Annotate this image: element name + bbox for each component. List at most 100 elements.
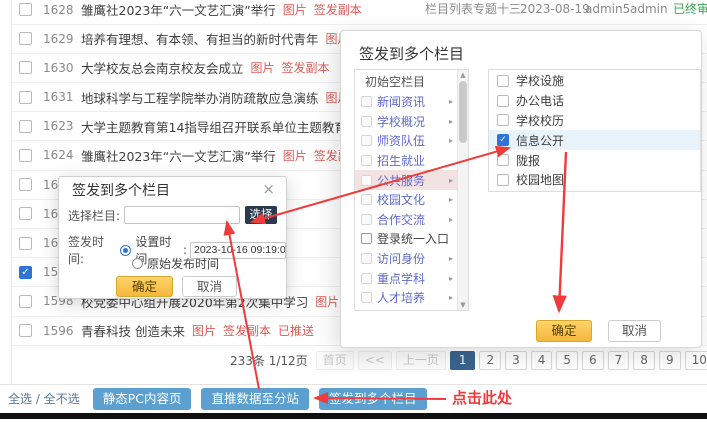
row-tag[interactable]: 图片 <box>251 59 275 76</box>
tree-item-label: 新闻资讯 <box>377 93 425 110</box>
tree-item-checkbox[interactable] <box>361 194 372 205</box>
sub-item-checkbox[interactable]: ✓ <box>497 134 509 146</box>
push-to-substation-button[interactable]: 直推数据至分站 <box>201 388 309 410</box>
tree-item-招生就业[interactable]: 招生就业 <box>355 151 468 171</box>
tree-item-checkbox[interactable] <box>361 233 372 244</box>
chevron-right-icon: ▸ <box>449 274 453 283</box>
tree-item-checkbox[interactable] <box>361 214 372 225</box>
row-title-link[interactable]: 青春科技 创造未来 <box>81 321 185 340</box>
row-title-link[interactable]: 大学校友总会南京校友会成立 <box>81 58 244 77</box>
row-id: 1623 <box>43 119 79 133</box>
bottom-action-bar: 全选 / 全不选 静态PC内容页直推数据至分站签发到多个栏目 <box>0 384 707 412</box>
set-time-radio[interactable] <box>120 245 131 256</box>
tree-item-校园文化[interactable]: 校园文化▸ <box>355 190 468 210</box>
row-checkbox[interactable] <box>19 178 32 191</box>
sub-item-学校校历[interactable]: 学校校历 <box>489 111 700 131</box>
choose-button[interactable]: 选择 <box>245 206 277 224</box>
row-title-link[interactable]: 雏鹰社2023年“六一文艺汇演”举行 <box>81 146 276 165</box>
tree-item-公共服务[interactable]: 公共服务▸ <box>355 170 468 190</box>
scrollbar-thumb[interactable] <box>459 81 467 143</box>
page-number-2[interactable]: 2 <box>479 351 501 370</box>
scrollbar-up-icon[interactable]: ▲ <box>458 70 468 80</box>
row-tag[interactable]: 图片 <box>283 1 307 18</box>
sub-item-checkbox[interactable] <box>497 154 509 166</box>
sub-item-学校设施[interactable]: 学校设施 <box>489 71 700 91</box>
sub-item-label: 学校校历 <box>516 112 564 129</box>
tree-item-访问身份[interactable]: 访问身份▸ <box>355 249 468 269</box>
row-checkbox[interactable] <box>19 324 32 337</box>
row-title-link[interactable]: 地球科学与工程学院举办消防疏散应急演练 <box>81 88 319 107</box>
row-checkbox[interactable]: ✓ <box>19 266 32 279</box>
tree-item-checkbox[interactable] <box>361 273 372 284</box>
first-page-button: 首页 <box>316 351 354 370</box>
tree-item-新闻资讯[interactable]: 新闻资讯▸ <box>355 92 468 112</box>
row-title-link[interactable]: 雏鹰社2023年“六一文艺汇演”举行 <box>81 0 276 19</box>
close-icon[interactable]: × <box>262 182 275 197</box>
tree-item-label: 招生就业 <box>377 152 425 169</box>
tree-item-checkbox[interactable] <box>361 135 372 146</box>
sub-item-checkbox[interactable] <box>497 75 509 87</box>
tree-item-label: 人才培养 <box>377 289 425 306</box>
sub-item-checkbox[interactable] <box>497 174 509 186</box>
sub-item-陇报[interactable]: 陇报 <box>489 150 700 170</box>
tree-item-重点学科[interactable]: 重点学科▸ <box>355 268 468 288</box>
row-checkbox[interactable] <box>19 149 32 162</box>
tree-item-checkbox[interactable] <box>361 175 372 186</box>
page-number-5[interactable]: 5 <box>556 351 578 370</box>
tree-item-学校概况[interactable]: 学校概况▸ <box>355 112 468 132</box>
tree-item-checkbox[interactable] <box>361 116 372 127</box>
sub-item-checkbox[interactable] <box>497 95 509 107</box>
row-checkbox[interactable] <box>19 237 32 250</box>
tree-item-checkbox[interactable] <box>361 253 372 264</box>
cancel-button[interactable]: 取消 <box>608 320 661 342</box>
issue-to-columns-dialog-small: 签发到多个栏目 × 选择栏目: 选择 签发时间: 设置时间 : 原始发布时间 确… <box>58 176 287 299</box>
row-tag[interactable]: 图片 <box>283 147 307 164</box>
page-number-4[interactable]: 4 <box>531 351 553 370</box>
sub-item-checkbox[interactable] <box>497 114 509 126</box>
tree-item-师资队伍[interactable]: 师资队伍▸ <box>355 131 468 151</box>
row-checkbox[interactable] <box>19 32 32 45</box>
chevron-right-icon: ▸ <box>449 254 453 263</box>
page-number-3[interactable]: 3 <box>505 351 527 370</box>
original-time-radio[interactable] <box>132 258 143 269</box>
page-number-1[interactable]: 1 <box>450 351 476 370</box>
cancel-button[interactable]: 取消 <box>182 276 237 297</box>
row-tag[interactable]: 签发副本 <box>314 1 362 18</box>
page-number-10[interactable]: 10 <box>685 351 707 370</box>
static-pc-page-button[interactable]: 静态PC内容页 <box>93 388 192 410</box>
row-checkbox[interactable] <box>19 120 32 133</box>
page-number-8[interactable]: 8 <box>633 351 655 370</box>
fast-prev-button: << <box>358 351 392 370</box>
row-checkbox[interactable] <box>19 295 32 308</box>
sub-item-校园地图[interactable]: 校园地图 <box>489 170 700 190</box>
row-tag[interactable]: 图片 <box>192 322 216 339</box>
tree-item-checkbox[interactable] <box>361 292 372 303</box>
row-tag[interactable]: 签发副本 <box>282 59 330 76</box>
column-input[interactable] <box>124 206 240 224</box>
tree-scrollbar[interactable]: ▲ ▼ <box>457 70 468 310</box>
issue-to-columns-button[interactable]: 签发到多个栏目 <box>319 388 427 410</box>
tree-item-checkbox[interactable] <box>361 96 372 107</box>
tree-item-登录统一入口[interactable]: 登录统一入口 <box>355 229 468 249</box>
row-checkbox[interactable] <box>19 207 32 220</box>
row-tag[interactable]: 签发副本 <box>223 322 271 339</box>
sub-item-办公电话[interactable]: 办公电话 <box>489 91 700 111</box>
row-checkbox[interactable] <box>19 91 32 104</box>
row-tag[interactable]: 图片 <box>315 293 339 310</box>
row-checkbox[interactable] <box>19 61 32 74</box>
tree-item-合作交流[interactable]: 合作交流▸ <box>355 210 468 230</box>
tree-item-checkbox[interactable] <box>361 155 372 166</box>
row-title-link[interactable]: 培养有理想、有本领、有担当的新时代青年 <box>81 29 319 48</box>
scrollbar-down-icon[interactable]: ▼ <box>458 300 468 310</box>
confirm-button[interactable]: 确定 <box>536 320 592 342</box>
tree-item-人才培养[interactable]: 人才培养▸ <box>355 288 468 308</box>
row-tag[interactable]: 已推送 <box>278 322 314 339</box>
pagination-bar: 233条 1/12页首页<<上一页12345678910下一页>>末页 <box>230 350 707 371</box>
select-all-toggle[interactable]: 全选 / 全不选 <box>8 390 80 407</box>
page-number-7[interactable]: 7 <box>608 351 630 370</box>
page-number-9[interactable]: 9 <box>659 351 681 370</box>
sub-item-信息公开[interactable]: ✓信息公开 <box>489 130 700 150</box>
confirm-button[interactable]: 确定 <box>116 276 173 297</box>
page-number-6[interactable]: 6 <box>582 351 604 370</box>
row-checkbox[interactable] <box>19 3 32 16</box>
